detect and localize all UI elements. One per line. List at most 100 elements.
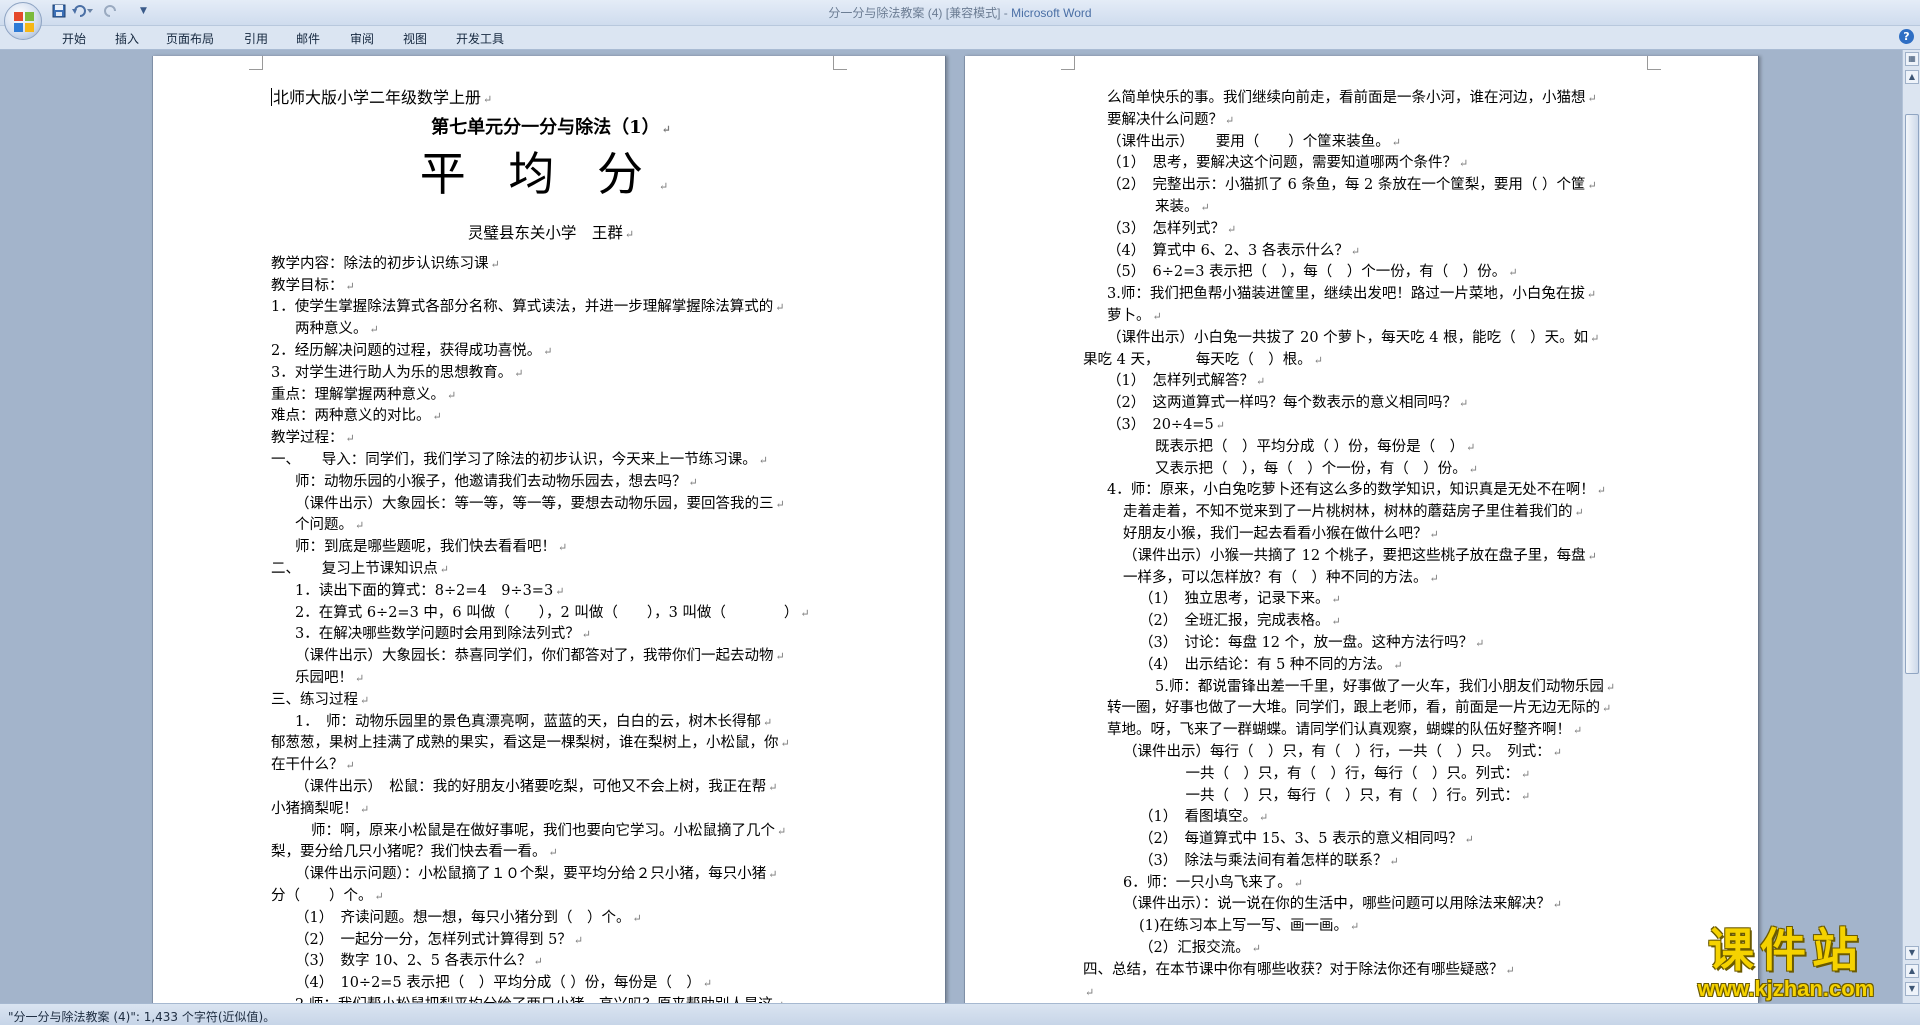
paragraph-mark-icon: ↵: [345, 432, 355, 446]
paragraph-text: （1） 独立思考，记录下来。: [1139, 591, 1330, 608]
paragraph-text: （1） 怎样列式解答？: [1107, 373, 1254, 390]
paragraph-text: 果吃 4 天， 每天吃（ ）根。: [1083, 351, 1312, 368]
paragraph-line: （4） 算式中 6、2、3 各表示什么？ ↵: [1083, 241, 1643, 263]
tab-review[interactable]: 审阅: [350, 30, 374, 47]
paragraph-mark-icon: ↵: [775, 650, 785, 664]
paragraph-mark-icon: ↵: [1475, 636, 1485, 650]
paragraph-mark-icon: ↵: [1505, 963, 1515, 977]
paragraph-text: （1） 看图填空。: [1139, 809, 1257, 826]
paragraph-mark-icon: ↵: [439, 562, 449, 576]
paragraph-line: （2） 每道算式中 15、3、5 表示的意义相同吗？ ↵: [1083, 829, 1643, 851]
paragraph-line: 个问题。 ↵: [271, 515, 831, 537]
paragraph-text: （课件出示） 松鼠：我的好朋友小猪要吃梨，可他又不会上树，我正在帮: [295, 778, 767, 795]
paragraph-line: (1)在练习本上写一写、画一画。 ↵: [1083, 916, 1643, 938]
lesson-title: 平 均 分 ↵: [419, 146, 683, 201]
paragraph-text: 5.师：都说雷锋出差一千里，好事做了一火车，我们小朋友们动物乐园: [1155, 678, 1604, 695]
paragraph-line: 2．经历解决问题的过程，获得成功喜悦。 ↵: [271, 341, 831, 363]
watermark-title: 课件站: [1708, 923, 1864, 977]
paragraph-line: 5.师：都说雷锋出差一千里，好事做了一火车，我们小朋友们动物乐园 ↵: [1083, 677, 1643, 699]
office-button[interactable]: [4, 2, 42, 40]
author-line: 灵璧县东关小学 王群 ↵: [467, 223, 635, 242]
paragraph-line: （2） 全班汇报，完成表格。 ↵: [1083, 611, 1643, 633]
paragraph-text: （课件出示）：说一说在你的生活中，哪些问题可以用除法来解决？: [1123, 896, 1551, 913]
tab-developer[interactable]: 开发工具: [456, 30, 504, 47]
status-bar: "分一分与除法教案 (4)": 1,433 个字符(近似值)。: [0, 1003, 1920, 1025]
paragraph-mark-icon: ↵: [1468, 462, 1478, 476]
paragraph-line: 草地。呀，飞来了一群蝴蝶。请同学们认真观察，蝴蝶的队伍好整齐啊！ ↵: [1083, 720, 1643, 742]
paragraph-mark-icon: ↵: [1313, 353, 1323, 367]
paragraph-line: （1） 独立思考，记录下来。 ↵: [1083, 589, 1643, 611]
paragraph-mark-icon: ↵: [1466, 440, 1476, 454]
paragraph-mark-icon: ↵: [1552, 745, 1562, 759]
paragraph-line: （课件出示）大象园长：等一等，等一等，要想去动物乐园，要回答我的三 ↵: [271, 494, 831, 516]
paragraph-text: 四、总结，在本节课中你有哪些收获？对于除法你还有哪些疑惑？: [1083, 961, 1504, 978]
paragraph-mark-icon: ↵: [1586, 288, 1597, 302]
tab-references[interactable]: 引用: [244, 30, 268, 47]
paragraph-line: （4） 出示结论：有 5 种不同的方法。 ↵: [1083, 655, 1643, 677]
paragraph-line: 1．使学生掌握除法算式各部分名称、算式读法，并进一步理解掌握除法算式的 ↵: [271, 297, 831, 319]
scroll-up-icon[interactable]: ▲: [1905, 70, 1919, 84]
paragraph-mark-icon: ↵: [355, 671, 365, 685]
paragraph-mark-icon: ↵: [1552, 898, 1562, 912]
page-1-content[interactable]: 北师大版小学二年级数学上册 ↵ 第七单元分一分与除法（1） ↵ 平 均 分 ↵ 灵璧县…: [271, 88, 831, 1003]
paragraph-mark-icon: ↵: [490, 257, 500, 271]
paragraph-line: （课件出示）每行（ ）只，有（ ）行，一共（ ）只。 列式： ↵: [1083, 742, 1643, 764]
paragraph-line: 郁葱葱，果树上挂满了成熟的果实，看这是一棵梨树，谁在梨树上，小松鼠，你 ↵: [271, 733, 831, 755]
tab-insert[interactable]: 插入: [115, 30, 139, 47]
paragraph-mark-icon: ↵: [548, 846, 558, 860]
document-workspace[interactable]: 北师大版小学二年级数学上册 ↵ 第七单元分一分与除法（1） ↵ 平 均 分 ↵ 灵璧县…: [0, 50, 1902, 1003]
paragraph-line: （5） 6÷2=3 表示把（ ），每（ ）个一份，有（ ）份。 ↵: [1083, 262, 1643, 284]
page-2[interactable]: 么简单快乐的事。我们继续向前走，看前面是一条小河，谁在河边，小猫想 ↵ 要解决什么问…: [964, 56, 1759, 1003]
paragraph-text: 走着走着，不知不觉来到了一片桃树林，树林的蘑菇房子里住着我们的: [1123, 504, 1573, 521]
paragraph-mark-icon: ↵: [1393, 658, 1403, 672]
previous-page-icon[interactable]: ▲: [1905, 964, 1919, 978]
paragraph-mark-icon: ↵: [702, 977, 713, 991]
scrollbar-thumb[interactable]: [1905, 114, 1919, 674]
paragraph-line: （3） 讨论：每盘 12 个，放一盘。这种方法行吗？ ↵: [1083, 633, 1643, 655]
paragraph-mark-icon: ↵: [762, 715, 773, 729]
word-count-status[interactable]: "分一分与除法教案 (4)": 1,433 个字符(近似值)。: [8, 1008, 275, 1025]
paragraph-line: （2） 一起分一分，怎样列式计算得到 5？ ↵: [271, 930, 831, 952]
tab-mailings[interactable]: 邮件: [296, 30, 320, 47]
paragraph-mark-icon: ↵: [555, 584, 565, 598]
help-icon[interactable]: ?: [1899, 29, 1914, 44]
paragraph-mark-icon: ↵: [1226, 222, 1237, 236]
page-2-content[interactable]: 么简单快乐的事。我们继续向前走，看前面是一条小河，谁在河边，小猫想 ↵ 要解决什么问…: [1083, 88, 1643, 1003]
crop-mark: [1647, 56, 1661, 70]
ruler-toggle-icon[interactable]: ▦: [1905, 52, 1919, 66]
paragraph-text: （课件出示）每行（ ）只，有（ ）行，一共（ ）只。 列式：: [1123, 743, 1551, 760]
paragraph-mark-icon: ↵: [1331, 593, 1341, 607]
paragraph-text: 在干什么？: [271, 757, 344, 774]
paragraph-mark-icon: ↵: [1458, 157, 1469, 171]
paragraph-line: （3） 数字 10、2、5 各表示什么？ ↵: [271, 951, 831, 973]
paragraph-line: （课件出示）小白兔一共拔了 20 个萝卜，每天吃 4 根，能吃（ ）天。如 ↵: [1083, 328, 1643, 350]
tab-page-layout[interactable]: 页面布局: [166, 30, 214, 47]
watermark-url: www.kjzhan.com: [1697, 976, 1875, 1001]
paragraph-text: （3） 怎样列式？: [1107, 220, 1225, 237]
paragraph-mark-icon: ↵: [1350, 244, 1361, 258]
paragraph-mark-icon: ↵: [360, 693, 370, 707]
paragraph-mark-icon: ↵: [355, 519, 365, 533]
paragraph-text: （1） 思考，要解决这个问题，需要知道哪两个条件？: [1107, 155, 1457, 172]
paragraph-text: （2） 全班汇报，完成表格。: [1139, 613, 1330, 630]
paragraph-line: （课件出示） 要用（ ）个筐来装鱼。 ↵: [1083, 132, 1643, 154]
paragraph-line: 一共（ ）只，每行（ ）只，有（ ）行。列式： ↵: [1083, 786, 1643, 808]
scroll-down-icon[interactable]: ▼: [1905, 946, 1919, 960]
page-1[interactable]: 北师大版小学二年级数学上册 ↵ 第七单元分一分与除法（1） ↵ 平 均 分 ↵ 灵璧县…: [152, 56, 946, 1003]
paragraph-text: （课件出示）小猴一共摘了 12 个桃子，要把这些桃子放在盘子里，每盘: [1123, 547, 1586, 564]
paragraph-line: 既表示把（ ）平均分成（ ）份，每份是（ ） ↵: [1083, 437, 1643, 459]
vertical-scrollbar[interactable]: ▦ ▲ ▼ ▲ ▼: [1902, 50, 1920, 1003]
paragraph-mark-icon: ↵: [1602, 702, 1612, 716]
paragraph-line: 走着走着，不知不觉来到了一片桃树林，树林的蘑菇房子里住着我们的 ↵: [1083, 502, 1643, 524]
next-page-icon[interactable]: ▼: [1905, 982, 1919, 996]
paragraph-text: 好朋友小猴，我们一起去看看小猴在做什么吧？: [1123, 525, 1428, 542]
paragraph-line: 又表示把（ ），每（ ）个一份，有（ ）份。 ↵: [1083, 459, 1643, 481]
tab-view[interactable]: 视图: [403, 30, 427, 47]
paragraph-text: 重点：理解掌握两种意义。: [271, 386, 445, 403]
tab-home[interactable]: 开始: [62, 30, 86, 47]
paragraph-text: 3．在解决哪些数学问题时会用到除法列式？: [295, 626, 580, 643]
paragraph-text: （2） 完整出示：小猫抓了 6 条鱼，每 2 条放在一个筐梨，要用（ ）个筐: [1107, 177, 1586, 194]
paragraph-text: 2．经历解决问题的过程，获得成功喜悦。: [271, 342, 542, 359]
paragraph-line: （2） 完整出示：小猫抓了 6 条鱼，每 2 条放在一个筐梨，要用（ ）个筐 ↵: [1083, 175, 1643, 197]
paragraph-line: （1） 思考，要解决这个问题，需要知道哪两个条件？ ↵: [1083, 153, 1643, 175]
